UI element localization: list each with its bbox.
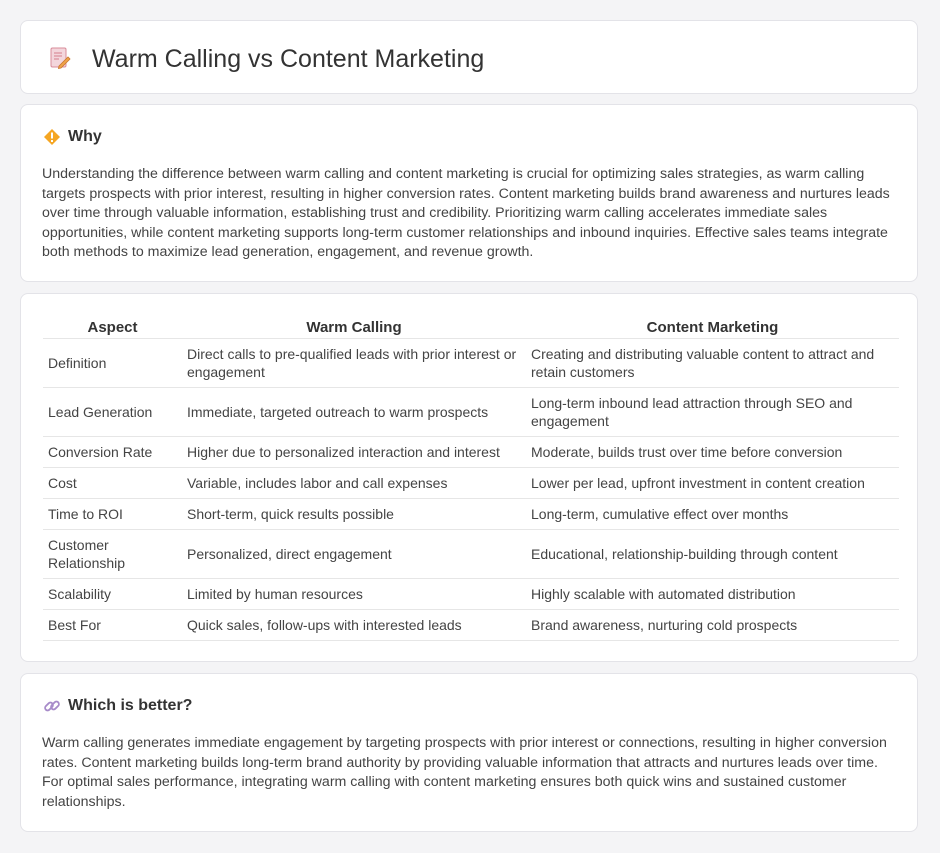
table-row: Scalability Limited by human resources H… xyxy=(43,578,899,610)
content-marketing-cell: Educational, relationship-building throu… xyxy=(526,529,899,579)
document-pencil-icon xyxy=(50,47,71,70)
table-row: Customer Relationship Personalized, dire… xyxy=(43,529,899,579)
content-marketing-cell: Moderate, builds trust over time before … xyxy=(526,436,899,468)
comparison-table: Aspect Warm Calling Content Marketing De… xyxy=(43,316,899,641)
warm-calling-cell: Limited by human resources xyxy=(182,578,526,610)
link-icon xyxy=(44,700,60,712)
warm-calling-cell: Short-term, quick results possible xyxy=(182,498,526,530)
content-marketing-cell: Creating and distributing valuable conte… xyxy=(526,338,899,388)
header-aspect: Aspect xyxy=(87,318,138,336)
table-row: Lead Generation Immediate, targeted outr… xyxy=(43,387,899,437)
table-row: Definition Direct calls to pre-qualified… xyxy=(43,338,899,388)
aspect-cell: Lead Generation xyxy=(43,387,182,437)
aspect-cell: Conversion Rate xyxy=(43,436,182,468)
content-marketing-cell: Highly scalable with automated distribut… xyxy=(526,578,899,610)
better-heading: Which is better? xyxy=(43,697,192,715)
warm-calling-cell: Direct calls to pre-qualified leads with… xyxy=(182,338,526,388)
why-section: Why Understanding the difference between… xyxy=(20,104,918,282)
title-card: Warm Calling vs Content Marketing xyxy=(20,20,918,94)
table-header-row: Aspect Warm Calling Content Marketing xyxy=(43,316,899,339)
content-marketing-cell: Long-term, cumulative effect over months xyxy=(526,498,899,530)
table-row: Cost Variable, includes labor and call e… xyxy=(43,467,899,499)
better-text: Warm calling generates immediate engagem… xyxy=(42,735,887,810)
aspect-cell: Scalability xyxy=(43,578,182,610)
header-content-marketing: Content Marketing xyxy=(646,318,779,336)
better-title: Which is better? xyxy=(68,697,193,714)
content-marketing-cell: Long-term inbound lead attraction throug… xyxy=(526,387,899,437)
header-warm-calling: Warm Calling xyxy=(306,318,402,336)
why-heading: Why xyxy=(43,128,102,146)
warm-calling-cell: Immediate, targeted outreach to warm pro… xyxy=(182,387,526,437)
warm-calling-cell: Personalized, direct engagement xyxy=(182,529,526,579)
warm-calling-cell: Variable, includes labor and call expens… xyxy=(182,467,526,499)
table-row: Best For Quick sales, follow-ups with in… xyxy=(43,609,899,641)
aspect-cell: Customer Relationship xyxy=(43,529,182,579)
aspect-cell: Time to ROI xyxy=(43,498,182,530)
content-marketing-cell: Lower per lead, upfront investment in co… xyxy=(526,467,899,499)
aspect-cell: Cost xyxy=(43,467,182,499)
table-row: Conversion Rate Higher due to personaliz… xyxy=(43,436,899,468)
which-is-better-section: Which is better? Warm calling generates … xyxy=(20,673,918,832)
diamond-warning-icon xyxy=(44,129,60,145)
aspect-cell: Best For xyxy=(43,609,182,641)
content-marketing-cell: Brand awareness, nurturing cold prospect… xyxy=(526,609,899,641)
why-title: Why xyxy=(68,128,102,145)
why-text: Understanding the difference between war… xyxy=(42,166,890,261)
warm-calling-cell: Quick sales, follow-ups with interested … xyxy=(182,609,526,641)
aspect-cell: Definition xyxy=(43,338,182,388)
table-row: Time to ROI Short-term, quick results po… xyxy=(43,498,899,530)
warm-calling-cell: Higher due to personalized interaction a… xyxy=(182,436,526,468)
comparison-card: Aspect Warm Calling Content Marketing De… xyxy=(20,293,918,662)
page-title: Warm Calling vs Content Marketing xyxy=(92,45,485,73)
